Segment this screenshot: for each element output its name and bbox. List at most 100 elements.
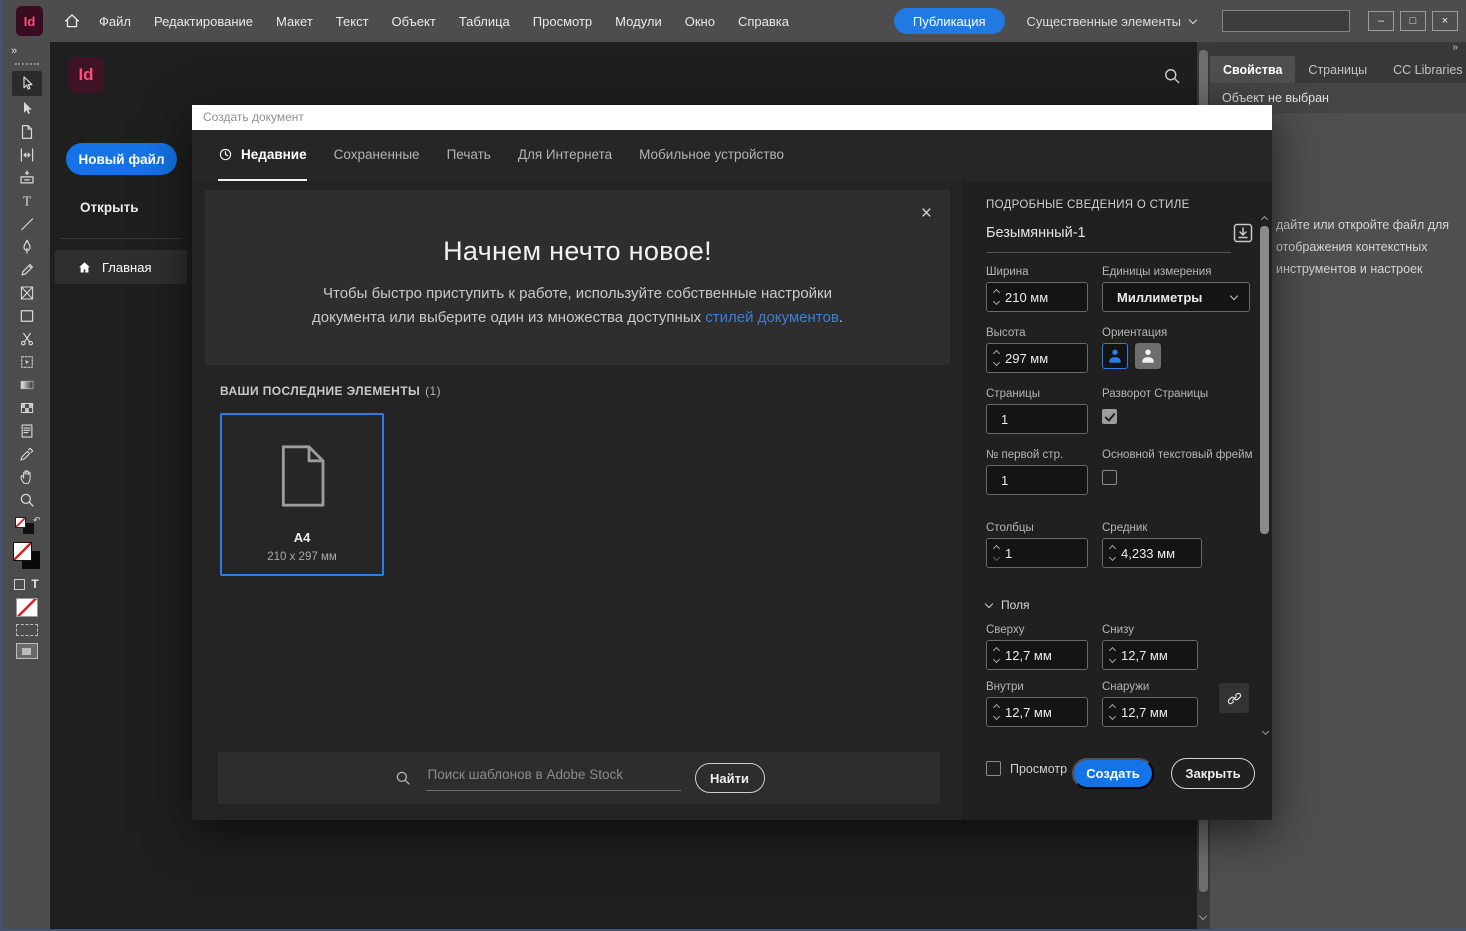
margins-section-toggle[interactable]: Поля	[984, 598, 1030, 612]
pencil-tool[interactable]	[12, 258, 42, 281]
menu-view[interactable]: Просмотр	[533, 14, 592, 29]
orientation-landscape-button[interactable]	[1135, 343, 1161, 369]
link-margins-button[interactable]	[1219, 683, 1249, 713]
apply-none-swatch[interactable]	[15, 598, 38, 617]
facing-pages-checkbox[interactable]	[1102, 409, 1117, 424]
stepper-arrows[interactable]	[1103, 646, 1121, 664]
stepper-arrows[interactable]	[1103, 703, 1121, 721]
sidebar-item-home[interactable]: Главная	[55, 250, 187, 284]
gradient-swatch-tool[interactable]	[12, 373, 42, 396]
menu-layout[interactable]: Макет	[276, 14, 313, 29]
home-search-icon[interactable]	[1162, 66, 1182, 86]
direct-selection-tool[interactable]	[12, 97, 42, 120]
margin-outside-stepper[interactable]: 12,7 мм	[1102, 697, 1198, 727]
tab-print[interactable]: Печать	[447, 130, 491, 181]
free-transform-tool[interactable]	[12, 350, 42, 373]
units-select[interactable]: Миллиметры	[1102, 282, 1250, 312]
stepper-arrows[interactable]	[987, 544, 1005, 562]
screen-mode-button[interactable]	[15, 624, 38, 636]
menu-type[interactable]: Текст	[336, 14, 369, 29]
margin-inside-stepper[interactable]: 12,7 мм	[986, 697, 1088, 727]
preview-checkbox[interactable]	[986, 761, 1001, 776]
scrollbar-thumb[interactable]	[1260, 226, 1269, 534]
tab-pages[interactable]: Страницы	[1295, 56, 1380, 83]
menu-object[interactable]: Объект	[392, 14, 436, 29]
type-tool[interactable]	[12, 189, 42, 212]
publish-button[interactable]: Публикация	[893, 8, 1005, 34]
frame-tool[interactable]	[12, 281, 42, 304]
fill-stroke-mini-swatches[interactable]: ↶	[14, 515, 41, 535]
stepper-arrows[interactable]	[987, 703, 1005, 721]
fill-swatch-none[interactable]	[12, 542, 32, 561]
menu-file[interactable]: Файл	[99, 14, 131, 29]
preview-toggle[interactable]: Просмотр	[986, 761, 1067, 776]
tab-cc-libraries[interactable]: CC Libraries	[1380, 56, 1466, 83]
scissors-tool[interactable]	[12, 327, 42, 350]
pen-tool[interactable]	[12, 235, 42, 258]
scroll-down-icon[interactable]	[1261, 727, 1270, 736]
home-icon[interactable]	[63, 12, 81, 30]
document-styles-link[interactable]: стилей документов	[705, 309, 839, 326]
search-templates-button[interactable]: Найти	[694, 763, 765, 793]
menu-edit[interactable]: Редактирование	[154, 14, 253, 29]
tab-recent[interactable]: Недавние	[218, 130, 307, 181]
page-tool[interactable]	[12, 120, 42, 143]
hand-tool[interactable]	[12, 465, 42, 488]
gap-tool[interactable]	[12, 143, 42, 166]
template-search-input[interactable]	[425, 765, 681, 791]
tab-web[interactable]: Для Интернета	[518, 130, 612, 181]
formatting-text-toggle[interactable]: T	[31, 577, 38, 591]
scroll-down-icon[interactable]	[1198, 911, 1208, 921]
margin-top-stepper[interactable]: 12,7 мм	[986, 640, 1088, 670]
line-tool[interactable]	[12, 212, 42, 235]
recent-item-a4[interactable]: A4 210 x 297 мм	[220, 413, 384, 576]
gutter-stepper[interactable]: 4,233 мм	[1102, 538, 1202, 568]
fill-mini-swatch[interactable]	[14, 517, 26, 528]
stepper-arrows[interactable]	[987, 349, 1005, 367]
rectangle-tool[interactable]	[12, 304, 42, 327]
close-button[interactable]: ×	[1432, 11, 1458, 31]
tab-properties[interactable]: Свойства	[1210, 56, 1296, 83]
columns-stepper[interactable]: 1	[986, 538, 1088, 568]
panel-collapse-icon[interactable]: »	[1452, 42, 1458, 53]
new-file-button[interactable]: Новый файл	[66, 143, 177, 175]
save-preset-icon[interactable]	[1231, 221, 1255, 245]
height-stepper[interactable]: 297 мм	[986, 343, 1088, 373]
fill-stroke-swatches[interactable]	[12, 542, 41, 570]
maximize-button[interactable]: □	[1400, 11, 1426, 31]
formatting-container-toggle[interactable]	[14, 578, 26, 590]
selection-tool[interactable]	[11, 71, 42, 96]
banner-close-icon[interactable]: ×	[921, 204, 932, 223]
pages-input[interactable]: 1	[986, 404, 1088, 434]
start-page-input[interactable]: 1	[986, 465, 1088, 495]
note-tool[interactable]	[12, 419, 42, 442]
stepper-arrows[interactable]	[987, 646, 1005, 664]
content-collector-tool[interactable]	[12, 166, 42, 189]
close-dialog-button[interactable]: Закрыть	[1171, 758, 1255, 789]
swap-colors-icon[interactable]: ↶	[33, 515, 41, 526]
create-button[interactable]: Создать	[1072, 758, 1154, 789]
expand-panel-icon[interactable]: »	[3, 45, 17, 57]
workspace-switcher[interactable]: Существенные элементы	[1027, 14, 1198, 29]
margin-bottom-stepper[interactable]: 12,7 мм	[1102, 640, 1198, 670]
app-search-input[interactable]	[1222, 10, 1350, 32]
zoom-tool[interactable]	[12, 488, 42, 511]
width-stepper[interactable]: 210 мм	[986, 282, 1088, 312]
stepper-arrows[interactable]	[987, 288, 1005, 306]
primary-text-frame-checkbox[interactable]	[1102, 470, 1117, 485]
menu-table[interactable]: Таблица	[459, 14, 510, 29]
tab-mobile[interactable]: Мобильное устройство	[639, 130, 784, 181]
orientation-portrait-button[interactable]	[1102, 343, 1128, 369]
preview-mode-button[interactable]	[15, 643, 38, 659]
stepper-arrows[interactable]	[1103, 544, 1121, 562]
menu-plugins[interactable]: Модули	[615, 14, 662, 29]
open-button[interactable]: Открыть	[80, 200, 139, 215]
gradient-feather-tool[interactable]	[12, 396, 42, 419]
panel-grip[interactable]	[14, 63, 39, 67]
scroll-up-icon[interactable]	[1260, 215, 1269, 224]
minimize-button[interactable]: –	[1368, 11, 1394, 31]
menu-help[interactable]: Справка	[738, 14, 789, 29]
tab-saved[interactable]: Сохраненные	[334, 130, 420, 181]
document-name-input[interactable]: Безымянный-1	[986, 225, 1086, 241]
details-scrollbar[interactable]	[1259, 215, 1270, 534]
